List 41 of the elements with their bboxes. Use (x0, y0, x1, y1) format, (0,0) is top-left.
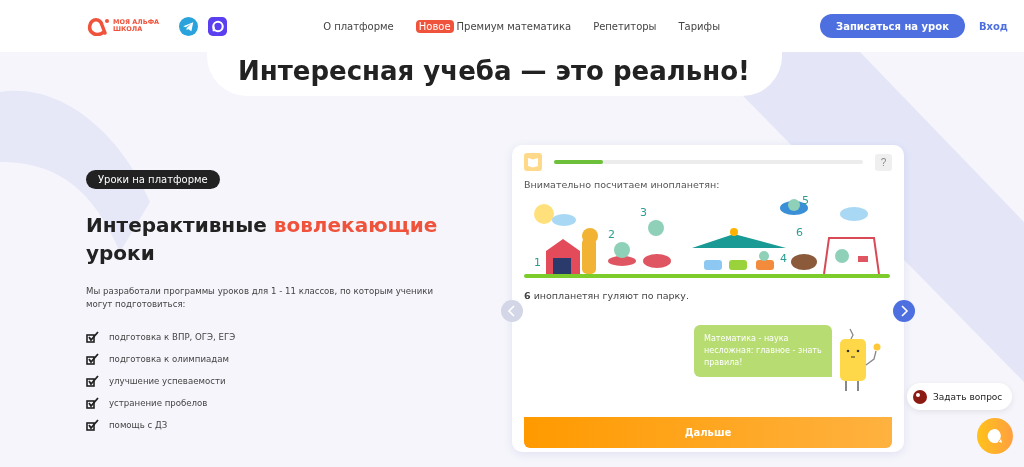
book-icon (524, 153, 542, 171)
checklist-item: подготовка к ВПР, ОГЭ, ЕГЭ (109, 331, 236, 342)
speech-bubble: Математика - наука несложная: главное - знать правила! (694, 325, 832, 377)
telegram-icon[interactable] (179, 16, 199, 36)
signup-button[interactable]: Записаться на урок (820, 14, 965, 38)
nav-link[interactable]: Новое Премиум математика (415, 19, 572, 33)
nav-link[interactable]: Тарифы (678, 19, 721, 33)
chevron-left-icon (507, 305, 517, 317)
nav-link[interactable]: О платформе (323, 19, 394, 33)
hero-title: Интересная учеба — это реально! (206, 52, 782, 96)
checklist-item: улучшение успеваемости (109, 375, 226, 386)
checklist-item: устранение пробелов (109, 397, 208, 408)
section-tag: Уроки на платформе (86, 170, 220, 189)
chat-app-icon[interactable] (208, 16, 228, 36)
count-number: 2 (608, 228, 615, 241)
login-link[interactable]: Вход (978, 20, 1008, 32)
eye-icon (913, 389, 927, 404)
logo-icon (86, 16, 110, 36)
count-number: 1 (534, 256, 541, 269)
count-number: 6 (796, 226, 803, 239)
section-heading: Интерактивные вовлекающие уроки (86, 212, 438, 267)
checklist-item: помощь с ДЗ (109, 419, 168, 430)
checklist-item: подготовка к олимпиадам (109, 353, 229, 364)
ask-question-button[interactable]: Задать вопрос (907, 383, 1013, 410)
question-text: Внимательно посчитаем инопланетян: (524, 179, 721, 190)
count-number: 5 (802, 196, 809, 207)
checkbox-tick-icon (86, 396, 99, 409)
checkbox-tick-icon (86, 374, 99, 387)
answer-text: 6 инопланетян гуляют по парку. (524, 290, 690, 301)
chat-bubble-icon (987, 428, 1003, 444)
checkbox-tick-icon (86, 330, 99, 343)
chevron-right-icon (899, 305, 909, 317)
new-badge: Новое (415, 19, 454, 33)
next-arrow-button[interactable] (893, 300, 915, 322)
checkbox-tick-icon (86, 352, 99, 365)
count-number: 3 (640, 206, 647, 219)
chat-button[interactable] (977, 418, 1013, 454)
nav-link[interactable]: Репетиторы (593, 19, 657, 33)
count-number: 4 (780, 252, 787, 265)
section-description: Мы разработали программы уроков для 1 - 11 классов, по которым ученики могут подготовиться: (86, 285, 435, 312)
checkbox-tick-icon (86, 418, 99, 431)
